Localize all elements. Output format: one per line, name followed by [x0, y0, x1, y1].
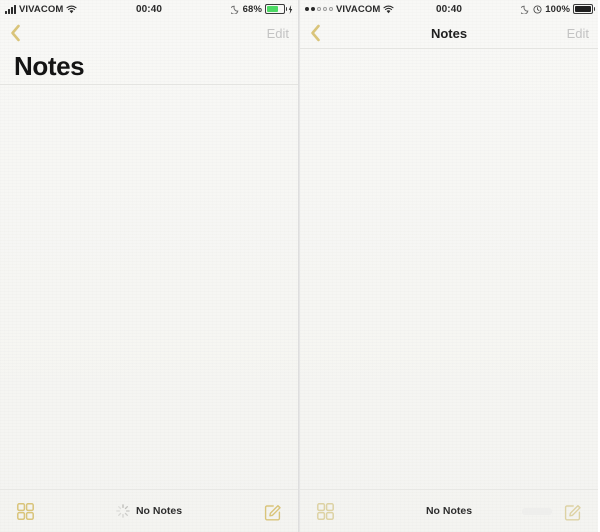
toolbar-ghost-placeholder — [522, 507, 552, 515]
chevron-left-icon — [11, 24, 20, 42]
activity-spinner-icon — [116, 504, 130, 518]
compose-note-button[interactable] — [262, 500, 284, 522]
status-bar-right-group: 100% — [521, 4, 593, 15]
wifi-icon — [66, 5, 77, 14]
signal-strength-dots-icon — [305, 7, 333, 11]
chevron-left-icon — [311, 24, 320, 42]
signal-strength-bars-icon — [5, 4, 16, 14]
status-bar-right-group: 68% — [230, 3, 293, 15]
status-bar-left-group: VIVACOM — [305, 4, 394, 15]
compose-icon — [264, 504, 281, 520]
charging-bolt-icon — [288, 4, 293, 14]
toolbar-status-group: No Notes — [0, 504, 298, 518]
navigation-bar-right: Notes Edit — [300, 18, 598, 48]
page-title: Notes — [14, 51, 85, 81]
battery-icon — [573, 4, 593, 14]
gallery-grid-button[interactable] — [314, 500, 336, 522]
bottom-toolbar-right: No Notes — [300, 489, 598, 532]
notes-list-empty-area — [300, 49, 598, 489]
alarm-icon — [533, 4, 542, 14]
edit-button[interactable]: Edit — [267, 26, 289, 41]
compose-icon — [564, 504, 581, 520]
moon-icon — [230, 5, 240, 14]
navigation-bar-left: Edit — [0, 18, 298, 48]
carrier-name: VIVACOM — [336, 3, 381, 15]
toolbar-status-text: No Notes — [135, 505, 183, 517]
toolbar-status-text: No Notes — [425, 505, 473, 517]
bottom-toolbar-left: No Notes — [0, 489, 298, 532]
status-bar-left: VIVACOM 00:40 68% — [0, 0, 298, 18]
notes-list-empty-area — [0, 85, 298, 489]
carrier-name: VIVACOM — [19, 3, 64, 15]
phone-screen-left: VIVACOM 00:40 68% Edit Notes No Notes — [0, 0, 299, 532]
battery-percentage: 68% — [242, 3, 262, 15]
large-title-container: Notes — [0, 48, 298, 84]
status-bar-left-group: VIVACOM — [5, 4, 77, 15]
compose-note-button[interactable] — [562, 500, 584, 522]
back-button[interactable] — [309, 22, 327, 44]
screenshot-comparison: VIVACOM 00:40 68% Edit Notes No Notes VI… — [0, 0, 600, 532]
toolbar-status-group: No Notes — [300, 505, 598, 517]
phone-screen-right: VIVACOM 00:40 100% Notes Edit No Notes — [299, 0, 598, 532]
grid-icon — [16, 502, 34, 520]
edit-button[interactable]: Edit — [567, 26, 589, 41]
wifi-icon — [383, 5, 394, 14]
moon-icon — [521, 5, 530, 14]
back-button[interactable] — [9, 22, 27, 44]
gallery-grid-button[interactable] — [14, 500, 36, 522]
battery-percentage: 100% — [545, 3, 570, 15]
grid-icon — [316, 502, 334, 520]
battery-icon — [265, 4, 285, 14]
nav-title: Notes — [430, 25, 468, 41]
status-bar-right: VIVACOM 00:40 100% — [300, 0, 598, 18]
